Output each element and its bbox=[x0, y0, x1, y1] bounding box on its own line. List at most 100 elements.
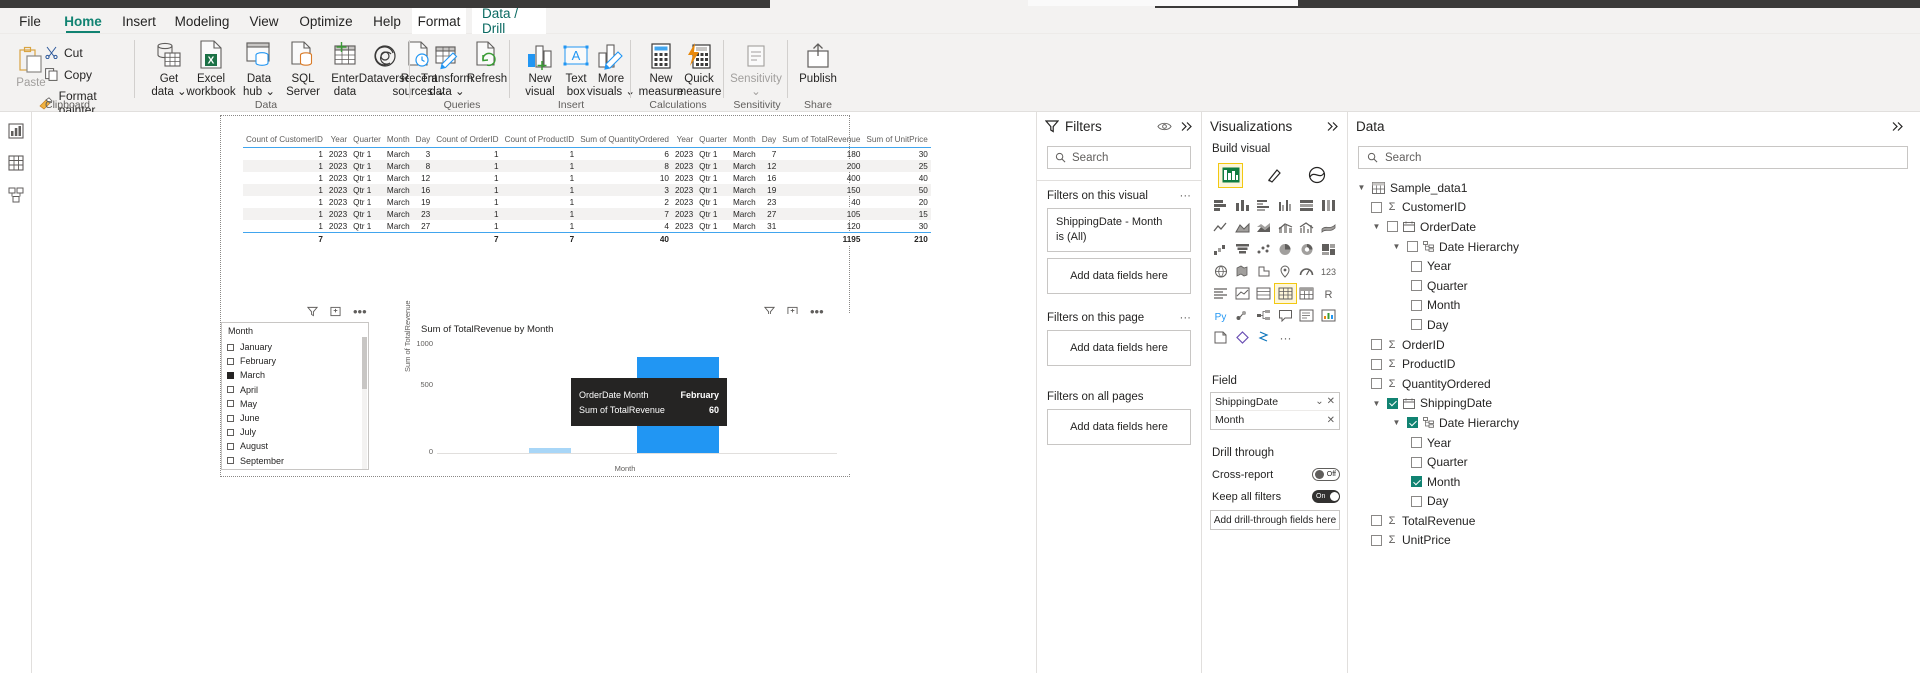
chevron-down-icon[interactable]: ▼ bbox=[1391, 242, 1402, 251]
ribbon-chart-icon[interactable] bbox=[1318, 218, 1339, 237]
ribbon-tab-home[interactable]: Home bbox=[60, 8, 106, 34]
smart-narrative-icon[interactable] bbox=[1296, 306, 1317, 325]
chevron-down-icon[interactable]: ▼ bbox=[1371, 399, 1382, 408]
slicer-item-january[interactable]: January bbox=[227, 340, 360, 354]
tree-item-orderdate-day[interactable]: Day bbox=[1356, 315, 1910, 335]
tree-item-unitprice[interactable]: Σ UnitPrice bbox=[1356, 531, 1910, 551]
filters-all-pages-dropzone[interactable]: Add data fields here bbox=[1047, 409, 1191, 445]
filters-visual-dropzone[interactable]: Add data fields here bbox=[1047, 258, 1191, 294]
power-apps-icon[interactable] bbox=[1232, 328, 1253, 347]
title-bar-search-field[interactable] bbox=[1028, 0, 1298, 6]
checkbox[interactable] bbox=[227, 371, 234, 379]
sensitivity-button[interactable]: Sensitivity ⌄ bbox=[729, 38, 783, 98]
tree-item-orderdate-year[interactable]: Year bbox=[1356, 256, 1910, 276]
table-row[interactable]: 1 2023 Qtr 1 March 27 1 1 4 2023 Qtr 1 M… bbox=[243, 220, 931, 233]
slicer-item-february[interactable]: February bbox=[227, 354, 360, 368]
checkbox[interactable] bbox=[1407, 241, 1418, 253]
checkbox[interactable] bbox=[1371, 339, 1382, 351]
cross-report-row[interactable]: Cross-report Off bbox=[1212, 468, 1340, 481]
checkbox[interactable] bbox=[227, 414, 234, 422]
field-well-month[interactable]: Month ✕ bbox=[1211, 411, 1339, 429]
waterfall-chart-icon[interactable] bbox=[1210, 240, 1231, 259]
chevrons-right-icon[interactable] bbox=[1891, 121, 1904, 132]
checkbox[interactable] bbox=[1387, 221, 1398, 233]
data-search-box[interactable]: Search bbox=[1358, 146, 1908, 169]
checkbox[interactable] bbox=[227, 357, 234, 365]
table-row[interactable]: 1 2023 Qtr 1 March 23 1 1 7 2023 Qtr 1 M… bbox=[243, 208, 931, 220]
checkbox[interactable] bbox=[1371, 201, 1382, 213]
checkbox[interactable] bbox=[227, 386, 234, 394]
table-icon[interactable] bbox=[1273, 283, 1297, 304]
table-row[interactable]: 1 2023 Qtr 1 March 12 1 1 10 2023 Qtr 1 … bbox=[243, 172, 931, 184]
checkbox[interactable] bbox=[227, 442, 234, 450]
quick-measure-button[interactable]: Quick measure bbox=[672, 38, 726, 98]
chevron-down-icon[interactable]: ▼ bbox=[1391, 418, 1402, 427]
key-influencers-icon[interactable] bbox=[1232, 306, 1253, 325]
slicer-item-march[interactable]: March bbox=[227, 368, 360, 382]
keep-all-filters-toggle[interactable]: On bbox=[1312, 490, 1340, 503]
line-and-clustered-column-chart-icon[interactable] bbox=[1296, 218, 1317, 237]
model-view-button[interactable] bbox=[6, 185, 26, 205]
cross-report-toggle[interactable]: Off bbox=[1312, 468, 1340, 481]
tree-item-shippingdate-quarter[interactable]: Quarter bbox=[1356, 452, 1910, 472]
col-count-of-customerid[interactable]: Count of CustomerID bbox=[243, 134, 326, 148]
clustered-bar-chart-icon[interactable] bbox=[1253, 196, 1274, 215]
col-year-1[interactable]: Year bbox=[325, 134, 351, 148]
bar-february[interactable] bbox=[529, 448, 571, 453]
gauge-icon[interactable] bbox=[1296, 262, 1317, 281]
report-view-button[interactable] bbox=[6, 121, 26, 141]
map-icon[interactable] bbox=[1210, 262, 1231, 281]
tree-item-totalrevenue[interactable]: Σ TotalRevenue bbox=[1356, 511, 1910, 531]
checkbox[interactable] bbox=[1387, 397, 1398, 409]
remove-field-icon[interactable]: ✕ bbox=[1327, 415, 1335, 426]
ribbon-tab-modeling[interactable]: Modeling bbox=[170, 8, 234, 34]
checkbox[interactable] bbox=[1371, 515, 1382, 527]
power-automate-icon[interactable] bbox=[1253, 328, 1274, 347]
tree-item-orderdate-month[interactable]: Month bbox=[1356, 296, 1910, 316]
donut-chart-icon[interactable] bbox=[1296, 240, 1317, 259]
stacked-column-chart-icon[interactable] bbox=[1232, 196, 1253, 215]
tree-item-sample-data1[interactable]: ▼ Sample_data1 bbox=[1356, 178, 1910, 198]
drill-through-dropzone[interactable]: Add drill-through fields here bbox=[1210, 510, 1340, 530]
tree-item-shippingdate-month[interactable]: Month bbox=[1356, 472, 1910, 492]
col-month-1[interactable]: Month bbox=[383, 134, 413, 148]
field-well-shippingdate[interactable]: ShippingDate ⌄ ✕ bbox=[1211, 393, 1339, 411]
tree-item-orderid[interactable]: Σ OrderID bbox=[1356, 335, 1910, 355]
filled-map-icon[interactable] bbox=[1232, 262, 1253, 281]
col-quarter-2[interactable]: Quarter bbox=[696, 134, 730, 148]
kpi-icon[interactable] bbox=[1232, 284, 1253, 303]
table-row[interactable]: 1 2023 Qtr 1 March 16 1 1 3 2023 Qtr 1 M… bbox=[243, 184, 931, 196]
chevron-down-icon[interactable]: ⌄ bbox=[1315, 396, 1323, 407]
ribbon-tab-help[interactable]: Help bbox=[366, 8, 408, 34]
focus-mode-icon[interactable] bbox=[330, 306, 341, 317]
chevrons-right-icon[interactable] bbox=[1180, 121, 1193, 132]
checkbox[interactable] bbox=[1371, 378, 1382, 390]
col-year-2[interactable]: Year bbox=[671, 134, 697, 148]
paginated-report-icon[interactable] bbox=[1210, 328, 1231, 347]
table-row[interactable]: 1 2023 Qtr 1 March 19 1 1 2 2023 Qtr 1 M… bbox=[243, 196, 931, 208]
slicer-item-august[interactable]: August bbox=[227, 439, 360, 453]
checkbox[interactable] bbox=[1411, 260, 1422, 272]
area-chart-icon[interactable] bbox=[1232, 218, 1253, 237]
col-count-of-productid[interactable]: Count of ProductID bbox=[501, 134, 578, 148]
table-row[interactable]: 1 2023 Qtr 1 March 8 1 1 8 2023 Qtr 1 Ma… bbox=[243, 160, 931, 172]
tree-item-quantityordered[interactable]: Σ QuantityOrdered bbox=[1356, 374, 1910, 394]
tree-item-shippingdate-day[interactable]: Day bbox=[1356, 492, 1910, 512]
tree-item-shippingdate[interactable]: ▼ ShippingDate bbox=[1356, 394, 1910, 414]
format-visual-icon[interactable] bbox=[1261, 163, 1286, 188]
checkbox[interactable] bbox=[1411, 495, 1422, 507]
python-visual-icon[interactable]: Py bbox=[1210, 306, 1231, 325]
ribbon-tab-view[interactable]: View bbox=[242, 8, 286, 34]
col-count-of-orderid[interactable]: Count of OrderID bbox=[433, 134, 502, 148]
100-stacked-bar-chart-icon[interactable] bbox=[1296, 196, 1317, 215]
treemap-icon[interactable] bbox=[1318, 240, 1339, 259]
stacked-area-chart-icon[interactable] bbox=[1253, 218, 1274, 237]
slicer-item-june[interactable]: June bbox=[227, 411, 360, 425]
copy-button[interactable]: Copy bbox=[44, 67, 92, 82]
card-icon[interactable]: 123 bbox=[1318, 262, 1339, 281]
col-quarter-1[interactable]: Quarter bbox=[350, 134, 384, 148]
checkbox[interactable] bbox=[227, 457, 234, 465]
chevrons-right-icon[interactable] bbox=[1326, 121, 1339, 132]
month-slicer[interactable]: Month January February March April May J… bbox=[221, 322, 369, 470]
eye-icon[interactable] bbox=[1157, 121, 1172, 132]
